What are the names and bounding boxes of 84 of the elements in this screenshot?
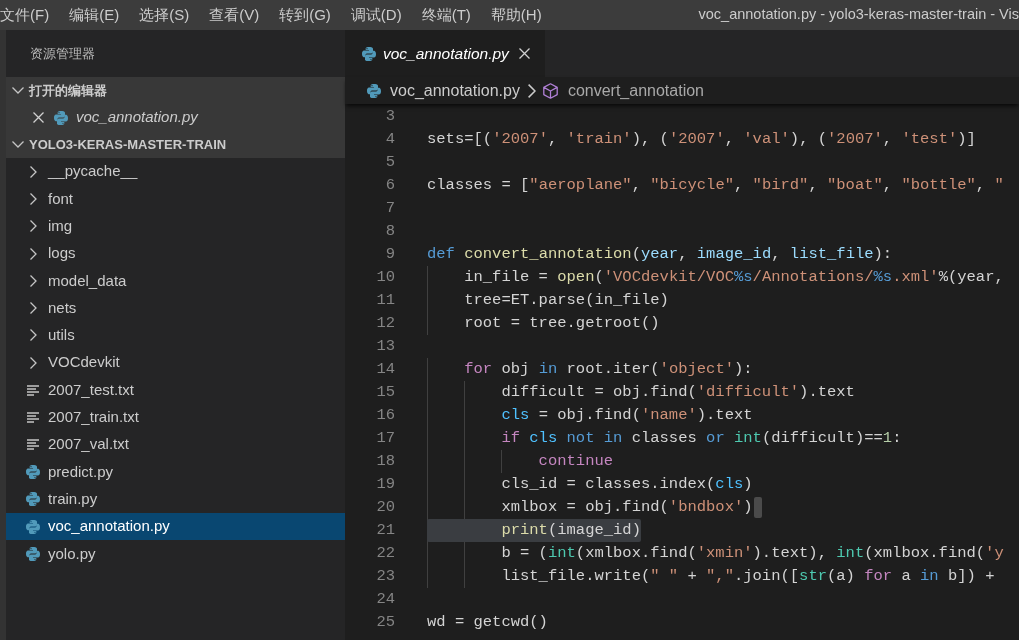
text-file-icon	[26, 439, 40, 451]
file-tree-item[interactable]: 2007_train.txt	[6, 403, 345, 431]
python-icon	[54, 110, 68, 125]
line-number: 17	[376, 428, 395, 449]
code-line: b = (int(xmlbox.find('xmin').text), int(xmlbox.find('y	[500, 543, 1004, 564]
breadcrumb-item[interactable]: convert_annotation	[542, 78, 704, 103]
line-number: 25	[376, 612, 395, 633]
file-tree-item[interactable]: 2007_val.txt	[6, 430, 345, 459]
line-number: 23	[376, 566, 395, 587]
code-line: classes = ["aeroplane", "bicycle", "bird", "boat", "bottle", "	[427, 175, 1004, 196]
editor-tab[interactable]: voc_annotation.py	[345, 30, 545, 77]
code-line: difficult = obj.find('difficult').text	[500, 382, 855, 403]
close-icon[interactable]	[519, 48, 530, 59]
line-number: 3	[385, 106, 395, 127]
code-line: continue	[537, 451, 614, 472]
code-line: sets=[('2007', 'train'), ('2007', 'val'), ('2007', 'test')]	[427, 129, 976, 150]
line-number: 8	[385, 221, 395, 242]
breadcrumb-item[interactable]: voc_annotation.py	[367, 78, 520, 103]
line-number: 21	[376, 520, 395, 541]
python-icon	[26, 492, 40, 507]
menu-item[interactable]: 选择(S)	[139, 3, 190, 27]
line-number: 16	[376, 405, 395, 426]
line-number: 4	[385, 129, 395, 150]
file-tree-item[interactable]: utils	[6, 321, 345, 350]
line-number: 6	[385, 175, 395, 196]
line-number: 15	[376, 382, 395, 403]
file-tree-item[interactable]: logs	[6, 239, 345, 268]
line-number: 20	[376, 497, 395, 518]
line-number: 7	[385, 198, 395, 219]
code-line: cls_id = classes.index(cls)	[500, 474, 753, 495]
line-number: 11	[376, 290, 395, 311]
menu-item[interactable]: 查看(V)	[209, 3, 260, 27]
code-line: list_file.write(" " + ",".join([str(a) for a in b]) +	[500, 566, 995, 587]
line-number: 10	[376, 267, 395, 288]
file-tree-item[interactable]: VOCdevkit	[6, 349, 345, 377]
code-line: def convert_annotation(year, image_id, list_file):	[427, 244, 893, 265]
window-title: voc_annotation.py - yolo3-keras-master-train - Vis	[698, 5, 1019, 25]
menu-item[interactable]: 文件(F)	[0, 3, 50, 27]
line-number: 22	[376, 543, 395, 564]
line-number: 24	[376, 589, 395, 610]
close-icon[interactable]	[33, 112, 44, 123]
menu-item[interactable]: 终端(T)	[421, 3, 471, 27]
file-tree-item[interactable]: nets	[6, 294, 345, 322]
text-file-icon	[26, 384, 40, 396]
file-tree-item[interactable]: font	[6, 185, 345, 213]
line-number: 19	[376, 474, 395, 495]
file-tree-item[interactable]: voc_annotation.py	[6, 512, 345, 541]
python-icon	[26, 546, 40, 561]
file-tree-item[interactable]: train.py	[6, 485, 345, 513]
section-header[interactable]: 打开的编辑器	[6, 77, 345, 104]
python-icon	[367, 83, 381, 98]
file-tree-item[interactable]: __pycache__	[6, 158, 345, 186]
line-number: 14	[376, 359, 395, 380]
file-tree-item[interactable]: model_data	[6, 267, 345, 295]
sidebar-title: 资源管理器	[30, 44, 95, 63]
python-icon	[362, 46, 376, 61]
line-number: 13	[376, 336, 395, 357]
python-icon	[26, 519, 40, 534]
code-line: in_file = open('VOCdevkit/VOC%s/Annotations/%s.xml'%(year,	[463, 267, 1004, 288]
code-line: if cls not in classes or int(difficult)==1:	[500, 428, 902, 449]
code-line: for obj in root.iter('object'):	[463, 359, 753, 380]
code-line: wd = getcwd()	[427, 612, 548, 633]
menu-item[interactable]: 编辑(E)	[69, 3, 120, 27]
line-number: 5	[385, 152, 395, 173]
chevron-right-icon	[527, 83, 536, 98]
line-number: 18	[376, 451, 395, 472]
menu-item[interactable]: 转到(G)	[279, 3, 331, 27]
file-tree-item[interactable]: yolo.py	[6, 540, 345, 568]
code-line: root = tree.getroot()	[463, 313, 660, 334]
python-icon	[26, 464, 40, 479]
section-header[interactable]: YOLO3-KERAS-MASTER-TRAIN	[6, 131, 345, 158]
file-tree-item[interactable]: 2007_test.txt	[6, 376, 345, 404]
file-tree-item[interactable]: predict.py	[6, 458, 345, 486]
code-line: cls = obj.find('name').text	[500, 405, 753, 426]
open-editor-item[interactable]: voc_annotation.py	[6, 104, 345, 131]
line-number: 9	[385, 244, 395, 265]
cube-icon	[542, 82, 558, 99]
menu-item[interactable]: 帮助(H)	[490, 3, 542, 27]
text-file-icon	[26, 411, 40, 423]
code-line: xmlbox = obj.find('bndbox')	[500, 497, 753, 518]
file-tree-item[interactable]: img	[6, 212, 345, 240]
menu-item[interactable]: 调试(D)	[350, 3, 402, 27]
line-number: 12	[376, 313, 395, 334]
code-line: tree=ET.parse(in_file)	[463, 290, 669, 311]
